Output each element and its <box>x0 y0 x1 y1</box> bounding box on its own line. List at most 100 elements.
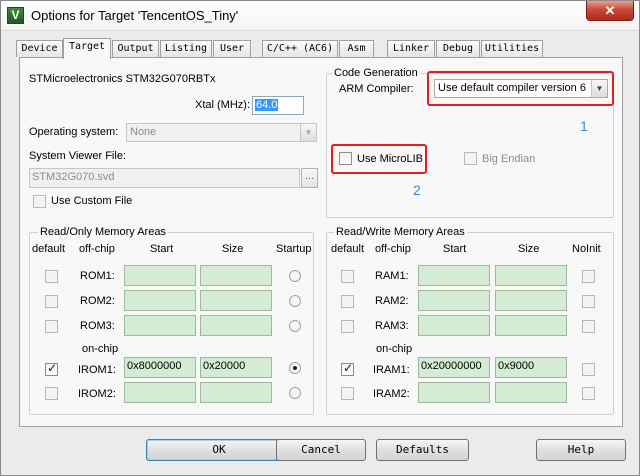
tab-device[interactable]: Device <box>16 40 63 57</box>
irom2-size-field[interactable] <box>200 382 272 403</box>
tab-listing[interactable]: Listing <box>160 40 212 57</box>
close-button[interactable]: ✕ <box>586 1 634 21</box>
rw-header-noinit: NoInit <box>572 243 601 255</box>
iram2-label: IRAM2: <box>373 388 410 400</box>
target-panel: STMicroelectronics STM32G070RBTx Xtal (M… <box>19 57 623 427</box>
ram1-checkbox[interactable] <box>341 270 354 283</box>
ro-onchip-label: on-chip <box>82 343 119 355</box>
options-dialog: V Options for Target 'TencentOS_Tiny' ✕ … <box>0 0 640 476</box>
ram3-noinit-checkbox[interactable] <box>582 320 595 333</box>
iram2-noinit-checkbox[interactable] <box>582 387 595 400</box>
ro-memory-title: Read/Only Memory Areas <box>38 226 168 238</box>
iram1-size-field[interactable]: 0x9000 <box>495 357 567 378</box>
iram1-noinit-checkbox[interactable] <box>582 363 595 376</box>
ro-header-default: default <box>32 243 66 255</box>
irom1-checkbox[interactable] <box>45 361 58 376</box>
chevron-down-icon: ▼ <box>300 124 316 141</box>
irom1-label: IROM1: <box>78 364 116 376</box>
use-custom-file-checkbox[interactable] <box>33 195 46 208</box>
use-custom-file-label: Use Custom File <box>51 195 133 207</box>
tab-target[interactable]: Target <box>63 38 111 59</box>
irom1-start-field[interactable]: 0x8000000 <box>124 357 196 378</box>
ram1-size-field[interactable] <box>495 265 567 286</box>
ram3-checkbox[interactable] <box>341 320 354 333</box>
iram1-label: IRAM1: <box>373 364 410 376</box>
irom2-label: IROM2: <box>78 388 116 400</box>
irom1-size-field[interactable]: 0x20000 <box>200 357 272 378</box>
ram2-noinit-checkbox[interactable] <box>582 295 595 308</box>
tab-user[interactable]: User <box>213 40 251 57</box>
svd-input[interactable]: STM32G070.svd <box>29 168 300 188</box>
ram1-label: RAM1: <box>375 270 409 282</box>
rom1-checkbox[interactable] <box>45 270 58 283</box>
iram2-checkbox[interactable] <box>341 387 354 400</box>
rom2-start-field[interactable] <box>124 290 196 311</box>
ram3-start-field[interactable] <box>418 315 490 336</box>
big-endian-checkbox[interactable] <box>464 152 477 165</box>
rw-memory-title: Read/Write Memory Areas <box>334 226 467 238</box>
os-value: None <box>130 126 157 138</box>
rw-header-start: Start <box>443 243 467 255</box>
rom1-size-field[interactable] <box>200 265 272 286</box>
rom2-startup-radio[interactable] <box>289 295 301 307</box>
svd-browse-button[interactable]: ... <box>301 168 318 188</box>
rom3-startup-radio[interactable] <box>289 320 301 332</box>
ro-header-startup: Startup <box>276 243 312 255</box>
tab-cc-ac6[interactable]: C/C++ (AC6) <box>262 40 338 57</box>
microlib-highlight-box <box>331 144 427 174</box>
iram2-size-field[interactable] <box>495 382 567 403</box>
xtal-label: Xtal (MHz): <box>195 99 250 111</box>
iram1-start-field[interactable]: 0x20000000 <box>418 357 490 378</box>
ram1-start-field[interactable] <box>418 265 490 286</box>
window-title: Options for Target 'TencentOS_Tiny' <box>31 8 239 23</box>
defaults-button[interactable]: Defaults <box>376 439 469 461</box>
tab-debug[interactable]: Debug <box>436 40 480 57</box>
ok-button[interactable]: OK <box>146 439 292 461</box>
xtal-input[interactable]: 64.0 <box>252 96 304 115</box>
rom3-start-field[interactable] <box>124 315 196 336</box>
irom2-start-field[interactable] <box>124 382 196 403</box>
arm-compiler-label: ARM Compiler: <box>339 83 414 95</box>
compiler-highlight-box <box>427 71 614 106</box>
svd-label: System Viewer File: <box>29 150 126 162</box>
rw-onchip-label: on-chip <box>376 343 413 355</box>
ro-header-offchip: off-chip <box>79 243 115 255</box>
keil-uvision-icon: V <box>7 7 24 24</box>
help-button[interactable]: Help <box>536 439 626 461</box>
rom1-startup-radio[interactable] <box>289 270 301 282</box>
annotation-2: 2 <box>413 182 421 198</box>
rom3-label: ROM3: <box>80 320 115 332</box>
device-name: STMicroelectronics STM32G070RBTx <box>29 73 216 85</box>
irom2-startup-radio[interactable] <box>289 387 301 399</box>
xtal-value: 64.0 <box>255 99 279 111</box>
tab-utilities[interactable]: Utilities <box>481 40 543 57</box>
rom2-size-field[interactable] <box>200 290 272 311</box>
ram2-start-field[interactable] <box>418 290 490 311</box>
ram3-label: RAM3: <box>375 320 409 332</box>
rom3-size-field[interactable] <box>200 315 272 336</box>
tab-linker[interactable]: Linker <box>387 40 435 57</box>
rom2-checkbox[interactable] <box>45 295 58 308</box>
irom2-checkbox[interactable] <box>45 387 58 400</box>
iram1-checkbox[interactable] <box>341 361 354 376</box>
rom3-checkbox[interactable] <box>45 320 58 333</box>
irom1-startup-radio[interactable] <box>289 362 301 374</box>
ram2-checkbox[interactable] <box>341 295 354 308</box>
rw-header-size: Size <box>518 243 540 255</box>
ro-header-start: Start <box>150 243 174 255</box>
iram2-start-field[interactable] <box>418 382 490 403</box>
os-label: Operating system: <box>29 126 119 138</box>
title-bar: V Options for Target 'TencentOS_Tiny' ✕ <box>1 1 639 31</box>
ro-header-size: Size <box>222 243 244 255</box>
tab-output[interactable]: Output <box>112 40 159 57</box>
os-select[interactable]: None ▼ <box>126 123 317 142</box>
tab-asm[interactable]: Asm <box>339 40 374 57</box>
rom2-label: ROM2: <box>80 295 115 307</box>
cancel-button[interactable]: Cancel <box>276 439 366 461</box>
ram1-noinit-checkbox[interactable] <box>582 270 595 283</box>
rom1-start-field[interactable] <box>124 265 196 286</box>
code-generation-title: Code Generation <box>332 67 420 79</box>
annotation-1: 1 <box>580 118 588 134</box>
ram2-size-field[interactable] <box>495 290 567 311</box>
ram3-size-field[interactable] <box>495 315 567 336</box>
